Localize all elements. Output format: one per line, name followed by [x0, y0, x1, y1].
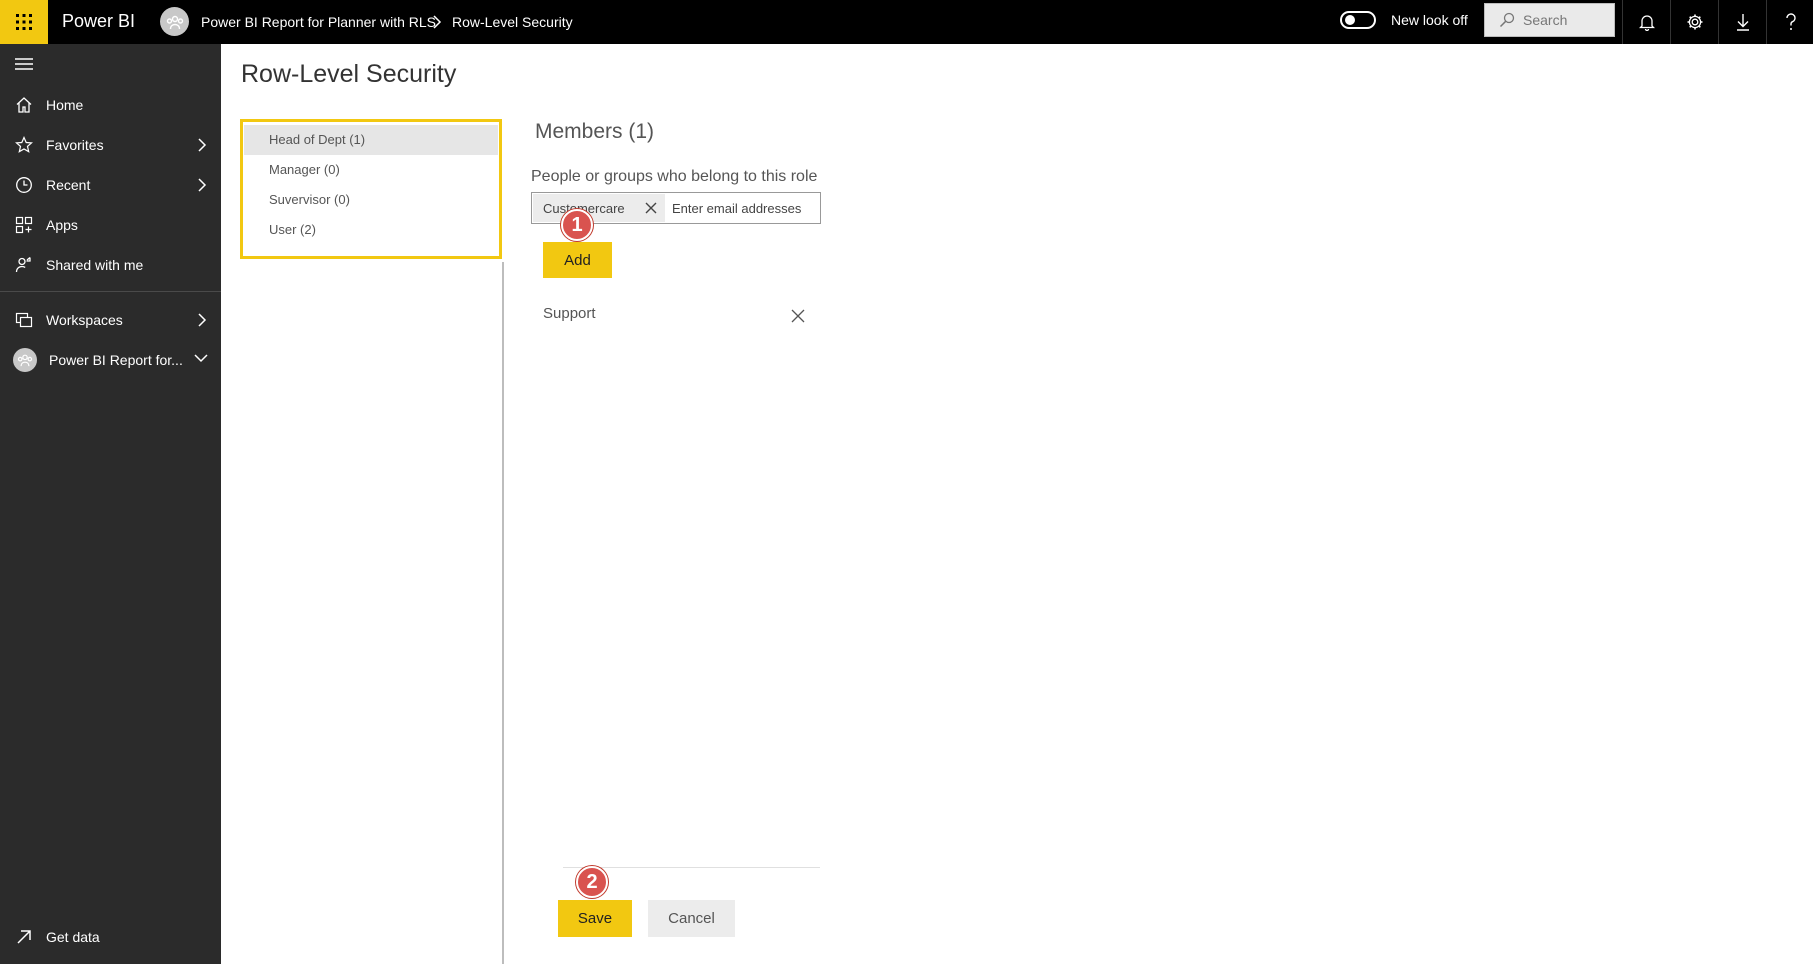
hamburger-menu-icon[interactable]: [14, 56, 34, 72]
role-item-manager[interactable]: Manager (0): [244, 155, 498, 185]
star-icon: [14, 135, 34, 155]
download-icon: [1736, 14, 1749, 31]
sidebar-item-workspaces[interactable]: Workspaces: [0, 300, 221, 340]
email-input[interactable]: [672, 195, 817, 221]
sidebar-item-label: Favorites: [46, 137, 104, 153]
role-item-user[interactable]: User (2): [244, 215, 498, 245]
cancel-button[interactable]: Cancel: [648, 900, 735, 937]
settings-button[interactable]: [1670, 0, 1718, 44]
sidebar-item-label: Workspaces: [46, 312, 123, 328]
bell-icon: [1638, 15, 1655, 31]
new-look-label: New look off: [1391, 12, 1468, 28]
shared-icon: [14, 255, 34, 275]
workspaces-icon: [14, 310, 34, 330]
save-button[interactable]: Save: [558, 900, 632, 937]
chevron-right-icon[interactable]: [197, 177, 207, 193]
chevron-down-icon[interactable]: [193, 353, 209, 363]
home-icon: [14, 95, 34, 115]
sidebar-item-home[interactable]: Home: [0, 85, 221, 125]
members-help-text: People or groups who belong to this role: [531, 168, 818, 185]
search-input[interactable]: [1523, 12, 1603, 28]
workspace-avatar-icon: [160, 7, 189, 36]
role-item-supervisor[interactable]: Suvervisor (0): [244, 185, 498, 215]
app-launcher-button[interactable]: [0, 0, 48, 44]
add-button[interactable]: Add: [543, 242, 612, 278]
sidebar-item-label: Get data: [46, 929, 100, 945]
sidebar-item-label: Power BI Report for...: [49, 352, 183, 368]
sidebar-item-label: Home: [46, 97, 84, 113]
waffle-icon: [16, 14, 32, 30]
roles-list: Head of Dept (1) Manager (0) Suvervisor …: [240, 119, 502, 259]
sidebar-item-label: Apps: [46, 217, 78, 233]
help-button[interactable]: [1766, 0, 1813, 44]
chevron-right-icon: [432, 14, 442, 30]
breadcrumb-workspace[interactable]: Power BI Report for Planner with RLS: [201, 0, 436, 44]
apps-icon: [14, 215, 34, 235]
clock-icon: [14, 175, 34, 195]
members-title: Members (1): [535, 120, 655, 143]
sidebar-item-label: Shared with me: [46, 257, 144, 273]
app-name[interactable]: Power BI: [62, 0, 135, 44]
search-icon: [1499, 12, 1515, 28]
download-button[interactable]: [1718, 0, 1766, 44]
panel-divider: [502, 262, 504, 964]
new-look-toggle[interactable]: [1340, 11, 1376, 29]
footer-divider: [563, 867, 820, 868]
help-icon: [1785, 13, 1796, 30]
member-chip: Customercare: [533, 194, 665, 222]
chevron-right-icon[interactable]: [197, 137, 207, 153]
sidebar-item-current-workspace[interactable]: Power BI Report for...: [0, 340, 221, 380]
breadcrumb-page: Row-Level Security: [452, 14, 573, 30]
remove-member-icon[interactable]: [789, 307, 807, 325]
search-box[interactable]: [1484, 3, 1615, 37]
arrow-up-right-icon: [14, 927, 34, 947]
close-icon[interactable]: [645, 202, 657, 214]
step-callout-1: 1: [561, 209, 593, 241]
page-title: Row-Level Security: [241, 60, 457, 88]
member-list-item: Support: [543, 305, 596, 322]
chevron-right-icon[interactable]: [197, 312, 207, 328]
workspace-avatar-icon: [13, 348, 37, 372]
sidebar-item-shared-with-me[interactable]: Shared with me: [0, 245, 221, 285]
step-callout-2: 2: [576, 866, 608, 898]
notifications-button[interactable]: [1622, 0, 1670, 44]
sidebar-item-label: Recent: [46, 177, 91, 193]
gear-icon: [1687, 14, 1702, 30]
sidebar-item-apps[interactable]: Apps: [0, 205, 221, 245]
sidebar-item-recent[interactable]: Recent: [0, 165, 221, 205]
sidebar-item-get-data[interactable]: Get data: [0, 917, 221, 957]
role-item-head-of-dept[interactable]: Head of Dept (1): [244, 125, 498, 155]
sidebar: Home Favorites Recent Apps Shared with m…: [0, 44, 221, 964]
sidebar-item-favorites[interactable]: Favorites: [0, 125, 221, 165]
top-bar: Power BI Power BI Report for Planner wit…: [0, 0, 1813, 44]
sidebar-divider: [0, 291, 221, 292]
